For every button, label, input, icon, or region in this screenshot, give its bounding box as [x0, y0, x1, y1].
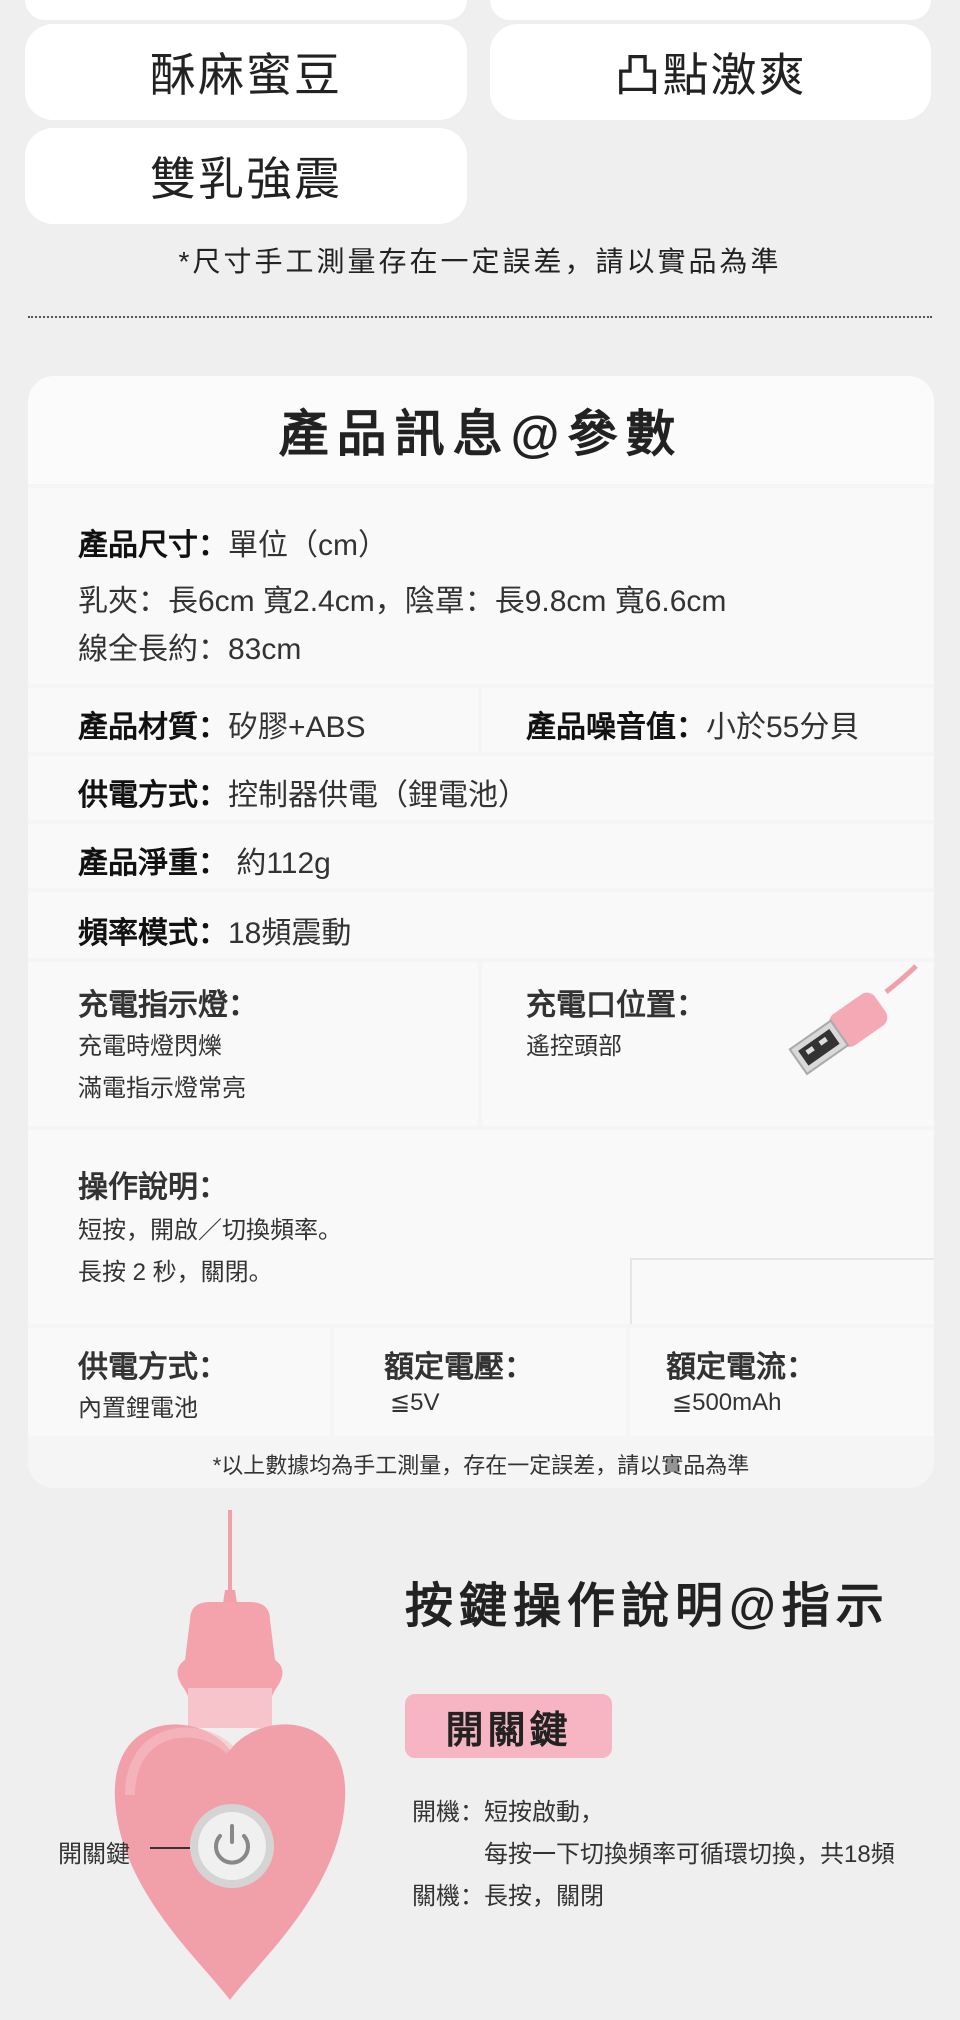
size-unit: 單位（cm）: [228, 529, 388, 562]
operation-line-1: 短按，開啟／切換頻率。: [78, 1217, 342, 1244]
remote-control-image: [114, 1510, 346, 2000]
charge-port-cell: 充電口位置： 遙控頭部: [482, 962, 934, 1126]
mode-pill-sumadoudou: 酥麻蜜豆: [25, 24, 467, 120]
charge-port-label: 充電口位置：: [526, 989, 706, 1022]
material-label: 產品材質：: [78, 711, 228, 744]
mode-pill-shuangru: 雙乳強震: [25, 128, 467, 224]
supply-label: 供電方式：: [78, 1351, 228, 1384]
power-on-line-2: 每按一下切換頻率可循環切換，共18頻: [484, 1841, 895, 1868]
charge-light-line-2: 滿電指示燈常亮: [78, 1075, 246, 1102]
frequency-value: 18頻震動: [228, 917, 352, 950]
charge-light-cell: 充電指示燈： 充電時燈閃爍 滿電指示燈常亮: [28, 962, 478, 1126]
mode-pill-partial-left: [25, 0, 467, 20]
size-cell: 產品尺寸：單位（cm） 乳夾：長6cm 寬2.4cm，陰罩：長9.8cm 寬6.…: [28, 488, 934, 684]
frequency-label: 頻率模式：: [78, 917, 228, 950]
mode-label: 酥麻蜜豆: [150, 49, 342, 101]
spec-footnote: *以上數據均為手工測量，存在一定誤差，請以實品為準: [212, 1453, 750, 1478]
current-cell: 額定電流： ≦500mAh: [630, 1328, 934, 1436]
weight-value: 約112g: [236, 847, 331, 880]
mode-pill-tudian: 凸點激爽: [490, 24, 931, 120]
operation-label: 操作說明：: [78, 1171, 228, 1204]
size-line-1: 乳夾：長6cm 寬2.4cm，陰罩：長9.8cm 寬6.6cm: [78, 585, 727, 618]
voltage-label: 額定電壓：: [384, 1351, 534, 1384]
size-line-2: 線全長約：83cm: [78, 633, 302, 666]
size-note: *尺寸手工測量存在一定誤差，請以實品為準: [178, 246, 782, 277]
current-label: 額定電流：: [666, 1351, 816, 1384]
power-button-callout: 開關鍵: [58, 1841, 130, 1868]
noise-label: 產品噪音值：: [526, 711, 706, 744]
charge-light-label: 充電指示燈：: [78, 989, 258, 1022]
weight-cell: 產品淨重： 約112g: [28, 824, 934, 888]
size-label: 產品尺寸：: [78, 529, 228, 562]
operation-line-2: 長按 2 秒，關閉。: [78, 1259, 273, 1286]
noise-value: 小於55分貝: [706, 711, 860, 744]
power-label: 供電方式：: [78, 779, 228, 812]
voltage-cell: 額定電壓： ≦5V: [334, 1328, 626, 1436]
weight-label: 產品淨重：: [78, 847, 228, 880]
power-on-label: 開機：: [412, 1799, 484, 1826]
power-on-line-1: 短按啟動，: [484, 1799, 604, 1826]
mode-pill-partial-right: [490, 0, 931, 20]
dotted-divider: [28, 316, 932, 318]
noise-cell: 產品噪音值：小於55分貝: [482, 688, 934, 752]
spec-title: 產品訊息@參數: [28, 376, 934, 484]
supply-value: 內置鋰電池: [78, 1395, 198, 1422]
usb-plug-icon: [788, 964, 918, 1076]
material-value: 矽膠+ABS: [228, 711, 366, 744]
voltage-value: ≦5V: [390, 1389, 440, 1416]
supply-cell: 供電方式： 內置鋰電池: [28, 1328, 330, 1436]
mode-label: 凸點激爽: [614, 49, 807, 101]
button-section-title: 按鍵操作說明@指示: [405, 1580, 890, 1633]
power-off-label: 關機：: [412, 1883, 484, 1910]
charge-port-value: 遙控頭部: [526, 1033, 622, 1060]
mode-label: 雙乳強震: [150, 153, 342, 205]
material-cell: 產品材質：矽膠+ABS: [28, 688, 478, 752]
power-cell: 供電方式：控制器供電（鋰電池）: [28, 756, 934, 820]
spec-card: 產品訊息@參數 產品尺寸：單位（cm） 乳夾：長6cm 寬2.4cm，陰罩：長9…: [28, 376, 934, 1488]
power-off-value: 長按，關閉: [484, 1883, 604, 1910]
current-value: ≦500mAh: [672, 1389, 782, 1416]
operation-cell: 操作說明： 短按，開啟／切換頻率。 長按 2 秒，關閉。: [28, 1130, 934, 1324]
charge-light-line-1: 充電時燈閃爍: [78, 1033, 222, 1060]
power-key-tag: 開關鍵: [405, 1694, 612, 1758]
frequency-cell: 頻率模式：18頻震動: [28, 892, 934, 958]
power-value: 控制器供電（鋰電池）: [228, 779, 528, 812]
